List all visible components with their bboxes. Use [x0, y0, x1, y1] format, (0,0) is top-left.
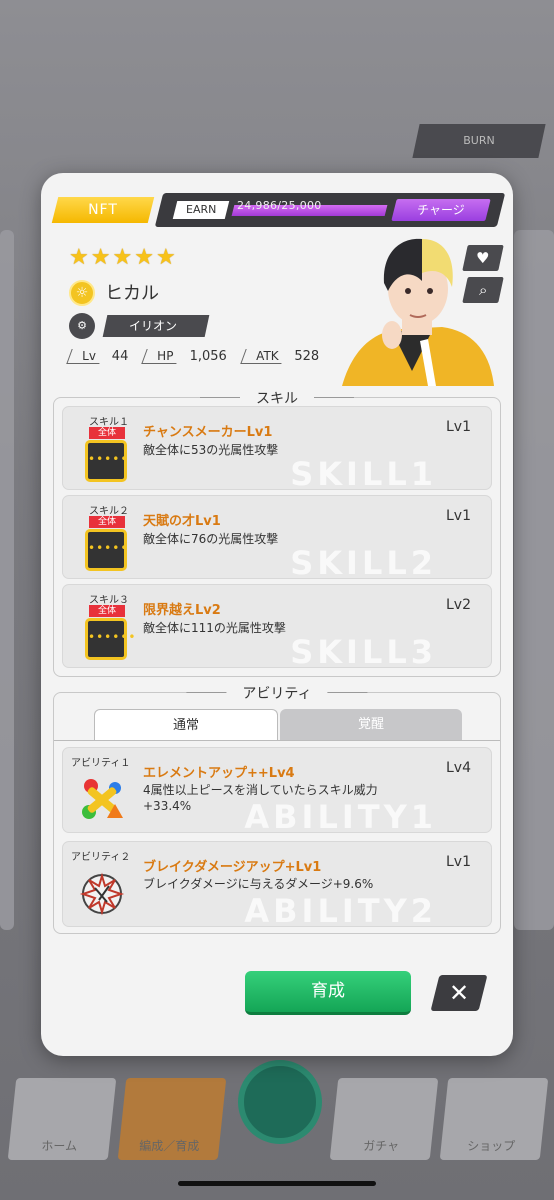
- earn-label: EARN: [172, 201, 230, 219]
- nav-gacha: ガチャ: [329, 1078, 439, 1160]
- ability-description: 4属性以上ピースを消していたらスキル威力 +33.4%: [143, 782, 403, 814]
- zoom-button[interactable]: ⌕: [462, 277, 504, 303]
- nft-badge: NFT: [51, 197, 155, 223]
- skills-section: スキル SKILL1 スキル１ 全体 ••••• チャンスメーカーLv1 敵全体…: [53, 388, 501, 677]
- skill-icon: •••••: [85, 529, 127, 571]
- star-icon: ★: [69, 245, 89, 270]
- nav-shop: ショップ: [439, 1078, 549, 1160]
- skills-title: スキル: [200, 388, 354, 408]
- skill-card[interactable]: SKILL3 スキル３ 全体 •••••• 限界越えLv2 敵全体に111の光属…: [62, 584, 492, 668]
- light-attribute-icon: ☼: [69, 280, 95, 306]
- group-name: イリオン: [102, 315, 210, 337]
- skill-name: チャンスメーカーLv1: [143, 425, 273, 440]
- skill-card[interactable]: SKILL1 スキル１ 全体 ••••• チャンスメーカーLv1 敵全体に53の…: [62, 406, 492, 490]
- ability-description-line: ブレイクダメージに与えるダメージ+9.6%: [143, 877, 374, 891]
- ability-level: Lv4: [446, 760, 471, 776]
- skill-target-tag: 全体: [89, 516, 125, 528]
- ability-description-line: 4属性以上ピースを消していたらスキル威力: [143, 783, 378, 797]
- atk-value: 528: [294, 349, 320, 364]
- character-name: ヒカル: [105, 283, 159, 304]
- skill-target-tag: 全体: [89, 605, 125, 617]
- close-icon: ✕: [448, 979, 470, 1007]
- grow-button[interactable]: 育成: [245, 971, 411, 1015]
- skill-number: スキル３: [89, 595, 129, 606]
- skill-card[interactable]: SKILL2 スキル２ 全体 ••••• 天賦の才Lv1 敵全体に76の光属性攻…: [62, 495, 492, 579]
- skill-level: Lv2: [446, 597, 471, 613]
- skill-icon: •••••: [85, 440, 127, 482]
- nav-home: ホーム: [7, 1078, 117, 1160]
- skill-level: Lv1: [446, 508, 471, 524]
- ability-name: ブレイクダメージアップ+Lv1: [143, 860, 322, 875]
- star-icon: ★: [155, 245, 176, 270]
- element-up-icon: [77, 774, 127, 824]
- star-icon: ★: [112, 245, 133, 270]
- skill-name: 限界越えLv2: [143, 603, 221, 618]
- skill-watermark: SKILL1: [290, 455, 437, 490]
- rarity-stars: ★ ★ ★ ★ ★: [69, 247, 176, 269]
- skill-description: 敵全体に53の光属性攻撃: [143, 443, 279, 457]
- skill-watermark: SKILL2: [290, 544, 437, 579]
- tab-divider: [54, 740, 500, 741]
- stats-row: Lv 44 HP 1,056 ATK 528: [66, 349, 335, 364]
- skill-number: スキル２: [89, 506, 129, 517]
- ability-tabs: 通常 覚醒: [94, 709, 462, 741]
- ability-name: エレメントアップ++Lv4: [143, 766, 295, 781]
- hp-value: 1,056: [189, 349, 227, 364]
- abilities-title: アビリティ: [186, 683, 368, 703]
- background-panel: [514, 230, 554, 930]
- hp-label: HP: [141, 349, 183, 364]
- skill-icon: ••••••: [85, 618, 135, 660]
- nav-formation: 編成／育成: [117, 1078, 227, 1160]
- ability-card[interactable]: ABILITY1 アビリティ１ エレメントアップ++Lv4 4属性以上ピースを消…: [62, 747, 492, 833]
- atk-label: ATK: [240, 349, 288, 364]
- star-icon: ★: [134, 245, 154, 270]
- ability-level: Lv1: [446, 854, 471, 870]
- ability-description: ブレイクダメージに与えるダメージ+9.6%: [143, 876, 403, 892]
- skill-name: 天賦の才Lv1: [143, 514, 221, 529]
- group-emblem-icon: ⚙: [69, 313, 95, 339]
- ability-description-line: +33.4%: [143, 799, 192, 813]
- abilities-section: アビリティ 通常 覚醒 ABILITY1 アビリティ１ エレメントアップ++Lv…: [53, 683, 501, 934]
- close-button[interactable]: ✕: [430, 975, 488, 1011]
- background-top-button: BURN: [412, 124, 546, 158]
- skill-description: 敵全体に111の光属性攻撃: [143, 621, 286, 635]
- ability-card[interactable]: ABILITY2 アビリティ２ ブレイクダメージアップ+Lv1 ブレイクダメージ…: [62, 841, 492, 927]
- background-panel: [0, 230, 14, 930]
- charge-button[interactable]: チャージ: [391, 199, 491, 221]
- skill-number: スキル１: [89, 417, 129, 428]
- bottom-navigation: ホーム 編成／育成 ガチャ ショップ: [0, 1058, 554, 1168]
- earn-value: 24,986/25,000: [237, 199, 322, 212]
- tab-awaken[interactable]: 覚醒: [280, 709, 462, 741]
- level-value: 44: [111, 349, 129, 364]
- ability-watermark: ABILITY2: [244, 892, 437, 927]
- home-indicator: [178, 1181, 376, 1186]
- skill-level: Lv1: [446, 419, 471, 435]
- ability-number: アビリティ１: [71, 758, 131, 769]
- skill-description: 敵全体に76の光属性攻撃: [143, 532, 279, 546]
- skill-watermark: SKILL3: [290, 633, 437, 668]
- tab-normal[interactable]: 通常: [94, 709, 278, 741]
- nav-center-button: [238, 1060, 322, 1144]
- skill-target-tag: 全体: [89, 427, 125, 439]
- ability-number: アビリティ２: [71, 852, 131, 863]
- level-label: Lv: [66, 349, 105, 364]
- favorite-button[interactable]: ♥: [462, 245, 504, 271]
- star-icon: ★: [90, 245, 111, 270]
- break-damage-icon: [77, 868, 127, 918]
- character-detail-modal: NFT EARN 24,986/25,000 チャージ ★ ★ ★ ★ ★ ☼ ヒカル …: [41, 173, 513, 1056]
